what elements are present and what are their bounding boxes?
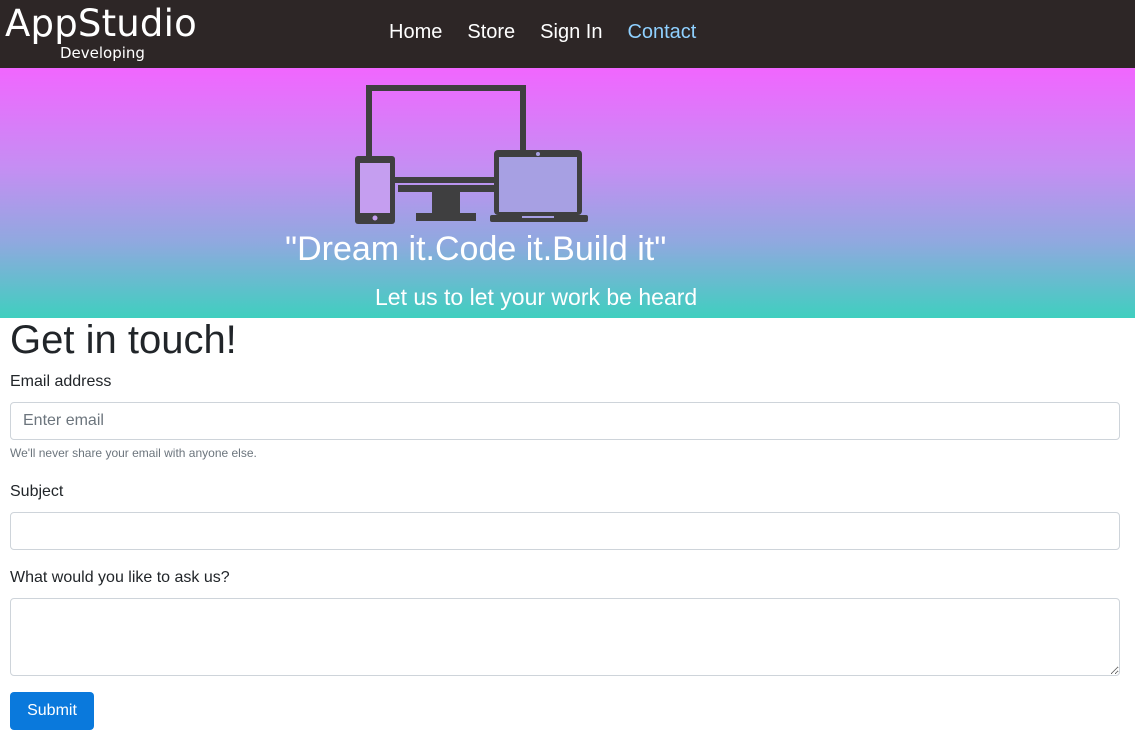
nav-link-store[interactable]: Store	[467, 19, 515, 47]
brand-logo[interactable]: AppStudio Developing	[0, 0, 210, 68]
nav-link-home[interactable]: Home	[389, 19, 442, 47]
message-textarea[interactable]	[10, 598, 1120, 676]
email-field[interactable]	[10, 402, 1120, 440]
devices-icon	[355, 85, 588, 224]
hero-subtitle: Let us to let your work be heard	[375, 284, 698, 310]
hero-banner: "Dream it.Code it.Build it" Let us to le…	[0, 68, 1135, 318]
nav-link-sign-in[interactable]: Sign In	[540, 19, 602, 47]
subject-field[interactable]	[10, 512, 1120, 550]
nav-link-contact[interactable]: Contact	[627, 19, 696, 47]
submit-button[interactable]: Submit	[10, 692, 94, 730]
form-heading: Get in touch!	[10, 318, 237, 362]
email-help-text: We'll never share your email with anyone…	[10, 446, 257, 460]
brand-title: AppStudio	[5, 2, 197, 45]
message-label: What would you like to ask us?	[10, 569, 230, 586]
brand-subtitle: Developing	[60, 44, 145, 62]
navbar: AppStudio Developing Home Store Sign In …	[0, 0, 1135, 68]
hero-title: "Dream it.Code it.Build it"	[285, 230, 667, 268]
subject-label: Subject	[10, 483, 64, 500]
email-label: Email address	[10, 373, 112, 390]
nav-links: Home Store Sign In Contact	[389, 19, 696, 47]
